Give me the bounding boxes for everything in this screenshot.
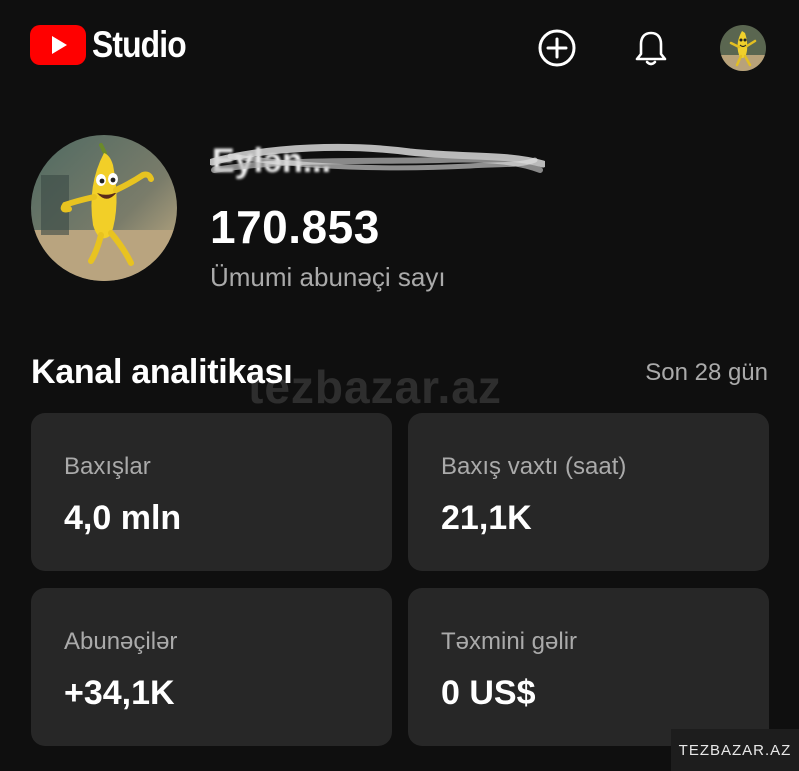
studio-dashboard: Studio Eylən... 170.853 Ümumi abunəçi sa… bbox=[0, 0, 799, 771]
analytics-title: Kanal analitikası bbox=[31, 353, 293, 391]
app-header: Studio bbox=[0, 0, 799, 100]
logo-text: Studio bbox=[92, 24, 187, 65]
create-plus-icon bbox=[538, 29, 576, 67]
channel-avatar[interactable] bbox=[31, 135, 177, 281]
notifications-button[interactable] bbox=[629, 26, 673, 70]
bell-icon bbox=[635, 31, 667, 66]
period-selector[interactable]: Son 28 gün bbox=[645, 359, 768, 387]
metric-value: 4,0 mln bbox=[64, 499, 182, 537]
metric-label: Baxışlar bbox=[64, 453, 151, 480]
banana-avatar-icon bbox=[720, 25, 766, 71]
metric-card-watch-time[interactable]: Baxış vaxtı (saat) 21,1K bbox=[408, 413, 769, 571]
banana-character-icon bbox=[31, 135, 177, 281]
metric-label: Təxmini gəlir bbox=[441, 628, 578, 655]
subscriber-label: Ümumi abunəçi sayı bbox=[210, 262, 446, 292]
metric-value: 21,1K bbox=[441, 499, 532, 537]
metric-label: Abunəçilər bbox=[64, 628, 178, 655]
corner-watermark: TEZBAZAR.AZ bbox=[671, 729, 799, 771]
studio-logo[interactable]: Studio bbox=[30, 24, 201, 66]
youtube-logo-icon bbox=[30, 25, 86, 65]
create-button[interactable] bbox=[535, 26, 579, 70]
metric-label: Baxış vaxtı (saat) bbox=[441, 453, 627, 480]
redaction-scribble bbox=[210, 143, 545, 173]
subscriber-count: 170.853 bbox=[210, 201, 380, 253]
metric-card-subscribers[interactable]: Abunəçilər +34,1K bbox=[31, 588, 392, 746]
metric-card-revenue[interactable]: Təxmini gəlir 0 US$ bbox=[408, 588, 769, 746]
channel-name: Eylən... bbox=[210, 140, 545, 184]
account-avatar[interactable] bbox=[720, 25, 766, 71]
metric-value: 0 US$ bbox=[441, 674, 536, 712]
metric-card-views[interactable]: Baxışlar 4,0 mln bbox=[31, 413, 392, 571]
metric-value: +34,1K bbox=[64, 674, 175, 712]
